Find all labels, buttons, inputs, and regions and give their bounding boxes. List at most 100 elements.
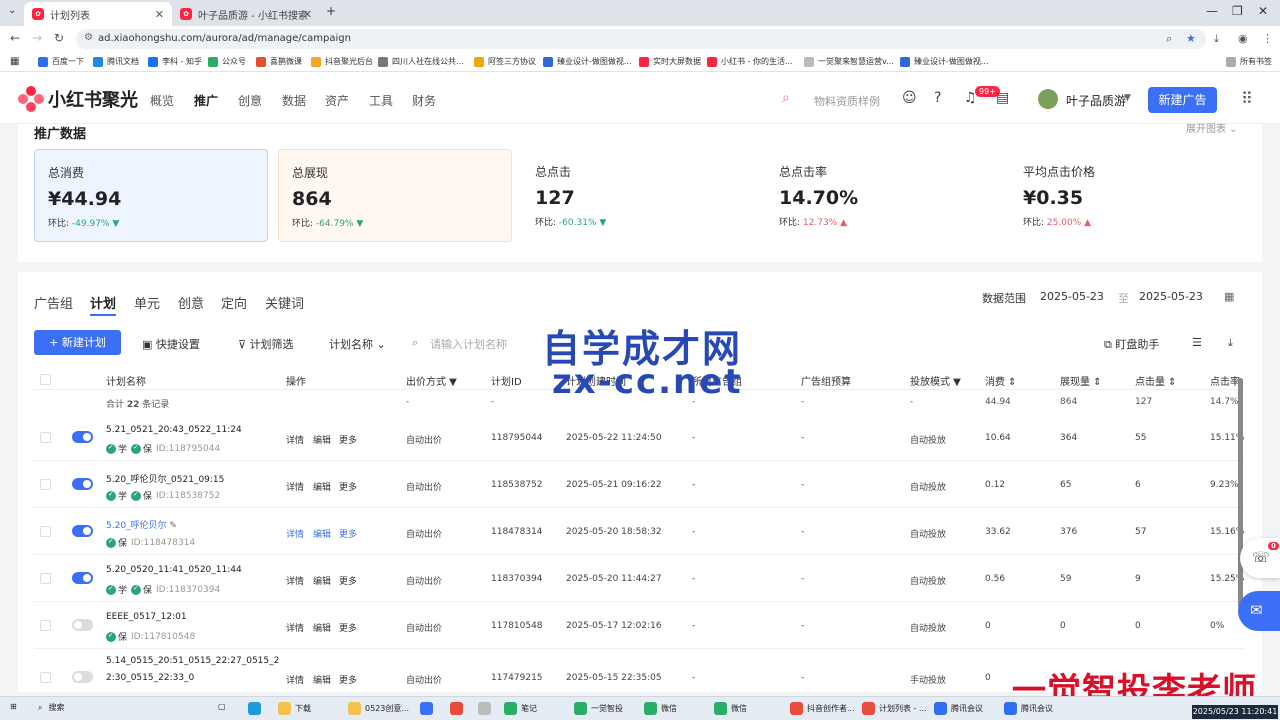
plan-status-toggle[interactable] [72,671,93,683]
select-all-checkbox[interactable] [40,374,51,385]
nav-creative[interactable]: 创意 [238,92,262,109]
search-hint[interactable]: 物料资质样例 [814,93,880,109]
chevron-down-icon[interactable]: ▼ [1124,93,1131,103]
nav-assets[interactable]: 资产 [325,92,349,109]
profile-icon[interactable]: ◉ [1238,32,1248,45]
col-plan-name[interactable]: 计划名称 [106,373,146,388]
username[interactable]: 叶子品质游 [1066,92,1126,109]
nav-overview[interactable]: 概览 [150,92,174,109]
bookmark-item[interactable]: 腾讯文档 [93,56,139,67]
tab-keywords[interactable]: 关键词 [265,293,304,312]
taskbar-app-icon[interactable] [420,702,437,715]
download-icon[interactable]: ⤓ [1214,32,1219,46]
bookmark-item[interactable]: 百度一下 [38,56,84,67]
edit-link[interactable]: 编辑 [313,621,331,634]
all-bookmarks[interactable]: 所有书签 [1226,56,1272,67]
edit-link[interactable]: 编辑 [313,480,331,493]
calendar-icon[interactable]: ▦ [1224,290,1234,303]
bookmark-star-icon[interactable]: ★ [1186,32,1196,45]
xhs-logo[interactable]: 小红书聚光 [18,86,138,112]
plan-name[interactable]: 5.20_呼伦贝尔 ✎ [106,518,177,531]
detail-link[interactable]: 详情 [286,480,304,493]
new-tab-button[interactable]: + [326,4,336,18]
detail-link[interactable]: 详情 [286,527,304,540]
panel-icon[interactable]: ▤ [996,90,1009,106]
taskbar-app-icon[interactable] [478,702,495,715]
more-link[interactable]: 更多 [339,433,357,446]
taskbar-item[interactable]: 计划列表 - ... [862,702,927,715]
more-link[interactable]: 更多 [339,673,357,686]
plan-name[interactable]: 5.14_0515_20:51_0515_22:27_0515_2 [106,656,279,666]
metric-total-clicks[interactable]: 总点击 127 环比: -60.31% ▼ [522,149,756,242]
more-link[interactable]: 更多 [339,527,357,540]
detail-link[interactable]: 详情 [286,673,304,686]
metric-avg-cpc[interactable]: 平均点击价格 ¥0.35 环比: 25.00% ▲ [1010,149,1244,242]
edit-link[interactable]: 编辑 [313,527,331,540]
taskbar-item[interactable]: 笔记 [504,702,537,715]
tab-targeting[interactable]: 定向 [221,293,247,312]
taskbar-item[interactable]: 下载 [278,702,311,715]
bookmark-item[interactable]: 实时大屏数据 [639,56,701,67]
bookmark-item[interactable]: 抖音聚光后台 [311,56,373,67]
plan-name-select[interactable]: 计划名称 ⌄ [329,336,386,352]
taskbar-item[interactable]: 抖音创作者... [790,702,855,715]
col-mode[interactable]: 投放模式 ▼ [910,373,961,388]
row-checkbox[interactable] [40,573,51,584]
tab-unit[interactable]: 单元 [134,293,160,312]
plan-status-toggle[interactable] [72,619,93,631]
url-field[interactable]: ⚙ ad.xiaohongshu.com/aurora/ad/manage/ca… [76,29,1206,49]
row-checkbox[interactable] [40,432,51,443]
assistant-button[interactable]: ⧉ 盯盘助手 [1104,336,1159,352]
bookmark-item[interactable]: 小红书 - 你的生活... [707,56,793,67]
close-tab-icon[interactable]: ✕ [303,8,312,21]
nav-data[interactable]: 数据 [282,92,306,109]
taskbar-item[interactable]: 腾讯会议 [1004,702,1053,715]
quick-setting-button[interactable]: ▣ 快捷设置 [142,336,200,352]
date-end[interactable]: 2025-05-23 [1139,290,1203,303]
bookmark-item[interactable]: 公众号 [208,56,246,67]
plan-name[interactable]: 5.20_0520_11:41_0520_11:44 [106,565,242,575]
bookmark-item[interactable]: 喜鹊微课 [256,56,302,67]
taskbar-item[interactable]: 腾讯会议 [934,702,983,715]
tab-plan[interactable]: 计划 [90,293,116,312]
row-checkbox[interactable] [40,620,51,631]
taskbar-item[interactable]: 一觉智投 [574,702,623,715]
tab-creative[interactable]: 创意 [178,293,204,312]
nav-tools[interactable]: 工具 [369,92,393,109]
edit-link[interactable]: 编辑 [313,433,331,446]
taskbar-item[interactable]: 微信 [714,702,747,715]
plan-status-toggle[interactable] [72,478,93,490]
bookmark-item[interactable]: 一觉聚来智慧运营v... [804,56,894,67]
reload-icon[interactable]: ↻ [54,31,64,45]
back-icon[interactable]: ← [10,31,20,45]
menu-dots-icon[interactable]: ⋮ [1262,32,1273,45]
plan-status-toggle[interactable] [72,525,93,537]
plan-name[interactable]: EEEE_0517_12:01 [106,612,187,622]
col-bid[interactable]: 出价方式 ▼ [406,373,457,388]
plan-name[interactable]: 5.20_呼伦贝尔_0521_09:15 [106,472,224,485]
edit-link[interactable]: 编辑 [313,574,331,587]
metric-total-impressions[interactable]: 总展现 864 环比: -64.79% ▼ [278,149,512,242]
column-settings-icon[interactable]: ☰ [1192,336,1202,349]
detail-link[interactable]: 详情 [286,621,304,634]
tab-ad-group[interactable]: 广告组 [34,293,73,312]
message-float-button[interactable]: ✉ [1238,591,1280,631]
bookmark-item[interactable]: 四川人社在线公共... [378,56,464,67]
expand-chart-link[interactable]: 展开图表 ⌄ [1186,120,1238,135]
close-window-icon[interactable]: ✕ [1258,4,1268,18]
help-icon[interactable]: ? [934,90,941,106]
more-link[interactable]: 更多 [339,480,357,493]
task-view-icon[interactable]: ▢ [218,702,226,711]
col-clicks[interactable]: 点击量 ⇕ [1135,373,1177,388]
taskbar-item[interactable]: 微信 [644,702,677,715]
support-float-button[interactable]: ☏ 0 [1240,538,1280,578]
bookmark-item[interactable]: 臻业设计-做图做视... [543,56,632,67]
tab-search-icon[interactable]: ⌄ [8,5,16,16]
new-ad-button[interactable]: 新建广告 [1148,87,1217,113]
plan-filter-button[interactable]: ⊽ 计划筛选 [238,336,294,352]
forward-icon[interactable]: → [32,31,42,45]
nav-finance[interactable]: 财务 [412,92,436,109]
search-icon[interactable]: ⌕ [782,90,790,106]
new-plan-button[interactable]: + 新建计划 [34,330,121,355]
plan-name[interactable]: 5.21_0521_20:43_0522_11:24 [106,425,242,435]
